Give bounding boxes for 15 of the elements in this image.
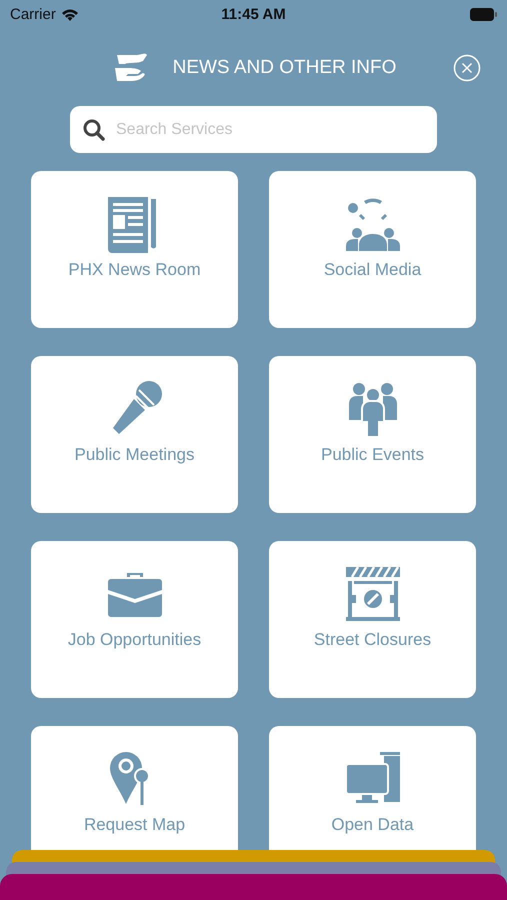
service-tile[interactable]: Job Opportunities [31, 541, 238, 698]
header-title: NEWS AND OTHER INFO [172, 57, 396, 79]
service-tile[interactable]: Social Media [269, 171, 476, 328]
barrier-icon [344, 565, 402, 623]
battery-icon [470, 8, 497, 20]
search-field[interactable]: Search Services [70, 106, 437, 153]
service-tile[interactable]: Public Events [269, 356, 476, 513]
service-tile[interactable]: PHX News Room [31, 171, 238, 328]
wifi-icon [60, 8, 79, 20]
service-tile[interactable]: Street Closures [269, 541, 476, 698]
service-tile[interactable]: Public Meetings [31, 356, 238, 513]
close-button[interactable] [453, 54, 481, 82]
carrier-name: Carrier [10, 6, 56, 22]
close-icon [453, 54, 481, 82]
clock-time: 11:45 AM [221, 6, 286, 22]
